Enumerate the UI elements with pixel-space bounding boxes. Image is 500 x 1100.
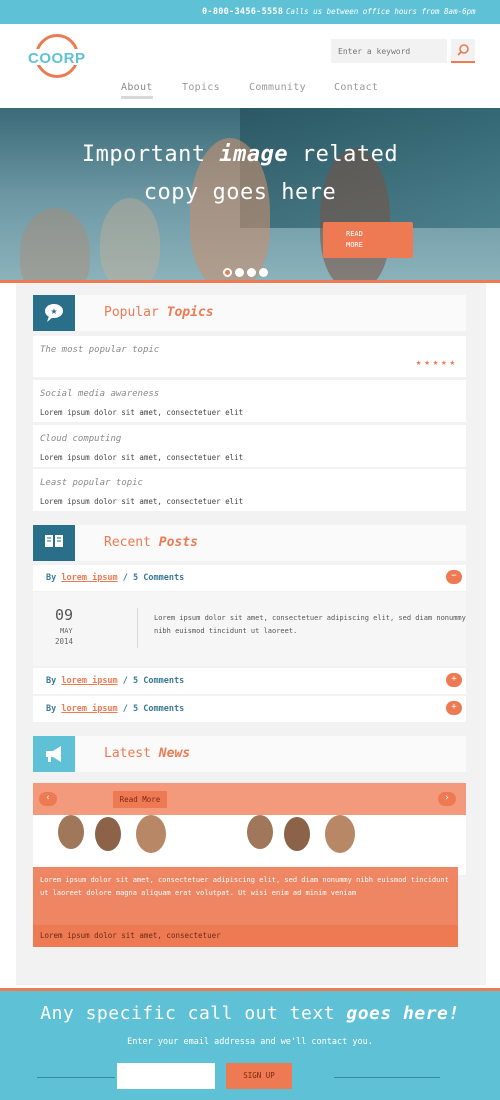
post-day: 09 [55,606,74,624]
post-row[interactable]: By lorem ipsum / 5 Comments − [33,565,466,591]
post-row[interactable]: By lorem ipsum / 5 Comments + [33,696,466,722]
latest-news-header: Latest News [33,736,466,772]
topic-item[interactable]: The most popular topic ★★★★★ [33,336,466,377]
news-footer-text: Lorem ipsum dolor sit amet, consectetuer [33,925,458,947]
nav-contact[interactable]: Contact [334,82,378,93]
recent-posts-header: Recent Posts [33,525,466,561]
panel-accent-line [0,280,500,283]
post-author-link[interactable]: lorem ipsum [61,573,117,583]
cta-subtitle: Enter your email addressa and we'll cont… [127,1037,373,1047]
news-prev-button[interactable]: ‹ [39,792,57,806]
nav-topics[interactable]: Topics [182,82,220,93]
book-icon [33,525,75,561]
slider-dot-1[interactable] [223,268,232,277]
hero-read-more-button[interactable]: READ MORE [323,222,413,258]
section-title: Recent Posts [104,535,198,550]
news-next-button[interactable]: › [438,792,456,806]
hero-title: Important image related copy goes here [81,142,399,205]
news-image [33,815,466,875]
hero-image-person [20,208,90,280]
logo-text: COORP [28,50,86,67]
topic-item[interactable]: Cloud computing Lorem ipsum dolor sit am… [33,425,466,467]
section-title: Popular Topics [104,305,214,320]
search-input[interactable] [331,39,447,63]
expand-button[interactable]: + [446,701,462,715]
site-header: COORP About Topics Community Contact [0,24,500,108]
divider [334,1077,440,1078]
nav-community[interactable]: Community [249,82,306,93]
divider [137,608,138,648]
topic-description: Lorem ipsum dolor sit amet, consectetuer… [40,453,244,462]
collapse-button[interactable]: − [446,570,462,584]
slider-dot-3[interactable] [247,268,256,277]
section-title: Latest News [104,746,191,761]
hero-slider: Important image related copy goes here [0,108,500,280]
office-hours-text: Calls us between office hours from 8am-6… [286,7,476,16]
cta-title: Any specific call out text goes here! [40,1003,460,1024]
news-read-more-button[interactable]: Read More [113,791,167,808]
post-meta: By lorem ipsum / 5 Comments [46,676,185,686]
post-comments-count[interactable]: / 5 Comments [123,573,184,583]
nav-about[interactable]: About [121,82,153,99]
divider [37,1077,115,1078]
top-info-bar: 0-800-3456-5558 Calls us between office … [0,0,500,24]
post-excerpt: Lorem ipsum dolor sit amet, consectetuer… [154,614,466,635]
slider-dots [223,262,271,281]
news-slider-bar: ‹ Read More › [33,783,466,815]
post-comments-count[interactable]: / 5 Comments [123,676,184,686]
news-image-person [58,815,84,849]
sign-up-button[interactable]: SIGN UP [226,1063,292,1089]
call-to-action: Any specific call out text goes here! En… [0,988,500,1100]
news-image-person [136,815,166,853]
topic-title: Cloud computing [40,434,122,444]
svg-text:★: ★ [50,307,57,316]
topic-item[interactable]: Social media awareness Lorem ipsum dolor… [33,380,466,422]
post-meta: By lorem ipsum / 5 Comments [46,573,185,583]
logo[interactable]: COORP [27,32,87,82]
slider-dot-4[interactable] [259,268,268,277]
post-comments-count[interactable]: / 5 Comments [123,704,184,714]
topic-item[interactable]: Least popular topic Lorem ipsum dolor si… [33,469,466,511]
topic-description: Lorem ipsum dolor sit amet, consectetuer… [40,408,244,417]
search-icon [457,44,469,56]
post-author-link[interactable]: lorem ipsum [61,676,117,686]
slider-dot-2[interactable] [235,268,244,277]
popular-topics-header: ★ Popular Topics [33,295,466,331]
topic-title: Least popular topic [40,478,143,488]
megaphone-icon [33,736,75,772]
topic-title: Social media awareness [40,389,160,399]
search-button[interactable] [451,39,475,63]
email-input[interactable] [117,1063,215,1089]
post-meta: By lorem ipsum / 5 Comments [46,704,185,714]
post-author-link[interactable]: lorem ipsum [61,704,117,714]
news-image-person [95,817,121,851]
post-expanded: 09 MAY 2014 Lorem ipsum dolor sit amet, … [33,592,466,666]
post-row[interactable]: By lorem ipsum / 5 Comments + [33,668,466,694]
expand-button[interactable]: + [446,673,462,687]
phone-number[interactable]: 0-800-3456-5558 [202,7,283,17]
news-image-person [284,817,310,851]
news-image-person [325,815,355,853]
topic-title: The most popular topic [40,345,160,355]
news-image-person [247,815,273,849]
post-month: MAY [60,627,73,635]
topic-description: Lorem ipsum dolor sit amet, consectetuer… [40,497,244,506]
rating-stars: ★★★★★ [415,358,458,368]
news-caption: Lorem ipsum dolor sit amet, consectetuer… [33,867,458,925]
post-year: 2014 [55,637,74,646]
chat-star-icon: ★ [33,295,75,331]
